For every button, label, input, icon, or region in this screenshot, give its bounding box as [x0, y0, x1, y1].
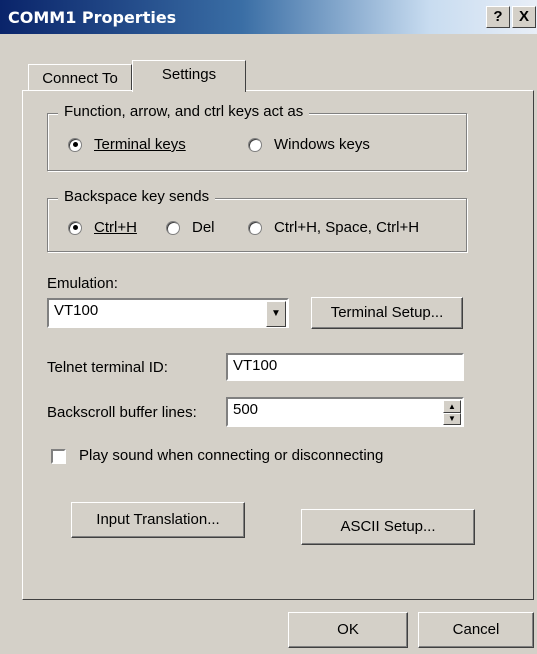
- ok-button[interactable]: OK: [288, 612, 408, 648]
- spin-down-icon[interactable]: ▼: [443, 413, 461, 425]
- chevron-down-icon[interactable]: ▼: [266, 301, 286, 327]
- cancel-button[interactable]: Cancel: [418, 612, 534, 648]
- backspace-group-title: Backspace key sends: [58, 188, 216, 205]
- help-button[interactable]: ?: [486, 6, 510, 28]
- telnet-terminal-id-label: Telnet terminal ID:: [47, 359, 168, 376]
- spin-up-icon[interactable]: ▲: [443, 400, 461, 413]
- radio-ctrl-h-space-ctrl-h[interactable]: Ctrl+H, Space, Ctrl+H: [248, 219, 419, 236]
- terminal-keys-label: Terminal keys: [94, 136, 186, 153]
- radio-selected-icon: [68, 220, 82, 235]
- radio-ctrl-h[interactable]: Ctrl+H: [68, 219, 137, 236]
- tab-settings[interactable]: Settings: [132, 60, 246, 92]
- radio-unselected-icon: [166, 220, 180, 235]
- settings-panel: Function, arrow, and ctrl keys act as Te…: [22, 90, 534, 600]
- backscroll-spinbox[interactable]: 500 ▲ ▼: [226, 397, 464, 427]
- ctrl-h-space-label: Ctrl+H, Space, Ctrl+H: [274, 219, 420, 236]
- function-keys-group-title: Function, arrow, and ctrl keys act as: [58, 103, 310, 120]
- radio-terminal-keys[interactable]: Terminal keys: [68, 136, 186, 153]
- windows-keys-label: Windows keys: [274, 136, 370, 153]
- window-title: COMM1 Properties: [8, 8, 177, 27]
- backspace-group: Backspace key sends Ctrl+H Del Ctrl+H, S…: [47, 188, 467, 252]
- terminal-setup-button[interactable]: Terminal Setup...: [311, 297, 463, 329]
- telnet-terminal-id-input[interactable]: VT100: [226, 353, 464, 381]
- ascii-setup-button[interactable]: ASCII Setup...: [301, 509, 475, 545]
- play-sound-checkbox[interactable]: [51, 449, 66, 464]
- emulation-select[interactable]: VT100 ▼: [47, 298, 289, 328]
- radio-unselected-icon: [248, 137, 262, 152]
- radio-selected-icon: [68, 137, 82, 152]
- backscroll-label: Backscroll buffer lines:: [47, 404, 197, 421]
- title-bar[interactable]: COMM1 Properties ? X: [0, 0, 537, 34]
- emulation-label: Emulation:: [47, 275, 118, 292]
- emulation-value: VT100: [54, 302, 99, 319]
- radio-del[interactable]: Del: [166, 219, 215, 236]
- ctrl-h-label: Ctrl+H: [94, 219, 137, 236]
- telnet-terminal-id-value: VT100: [233, 357, 278, 374]
- play-sound-label: Play sound when connecting or disconnect…: [79, 447, 384, 464]
- comm1-properties-dialog: COMM1 Properties ? X Connect To Settings…: [0, 0, 537, 654]
- radio-unselected-icon: [248, 220, 262, 235]
- backscroll-value: 500: [233, 401, 259, 418]
- close-button[interactable]: X: [512, 6, 536, 28]
- function-keys-group: Function, arrow, and ctrl keys act as Te…: [47, 103, 467, 171]
- input-translation-button[interactable]: Input Translation...: [71, 502, 245, 538]
- tab-connect-to[interactable]: Connect To: [28, 64, 132, 90]
- del-label: Del: [192, 219, 215, 236]
- radio-windows-keys[interactable]: Windows keys: [248, 136, 370, 153]
